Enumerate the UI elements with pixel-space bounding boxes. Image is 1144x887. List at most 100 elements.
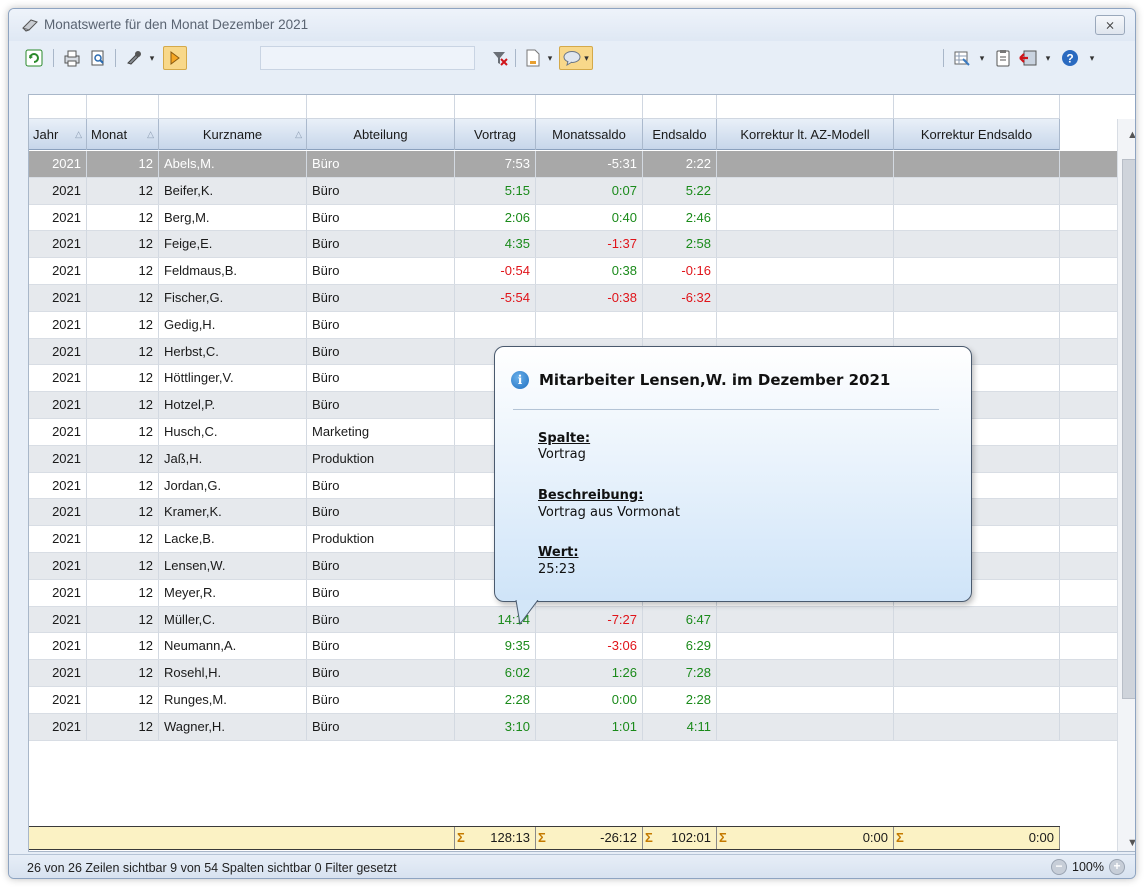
table-row[interactable]: 2021 12 Berg,M. Büro 2:06 0:40 2:46 [29,204,1117,232]
table-cell-abt: Büro [307,552,455,579]
filter-cell[interactable] [455,95,536,119]
table-cell-abt: Büro [307,151,455,177]
quick-search-field[interactable] [260,46,475,70]
table-row[interactable]: 2021 12 Runges,M. Büro 2:28 0:00 2:28 [29,686,1117,714]
table-cell-name: Kramer,K. [159,499,307,526]
sum-value: -26:12 [600,830,637,845]
table-cell-name: Lensen,W. [159,552,307,579]
table-cell-korr_az [717,311,894,338]
column-header[interactable]: Vortrag [455,119,536,150]
tools-button[interactable] [123,46,145,70]
scroll-down-icon[interactable]: ▼ [1127,837,1135,849]
export-dropdown[interactable]: ▾ [977,46,987,70]
close-button[interactable]: ⨯ [1095,15,1125,35]
filter-cell[interactable] [717,95,894,119]
table-cell-monat: 12 [87,526,159,553]
filter-cell[interactable] [29,95,87,119]
export-button[interactable] [951,46,973,70]
expand-icon [170,51,180,65]
refresh-button[interactable] [23,46,45,70]
sum-value: 0:00 [1028,830,1054,845]
column-header[interactable]: Kurzname △ [159,119,307,150]
sum-cell-korrektur_end: Σ 0:00 [894,827,1060,849]
table-cell-vortrag: 2:28 [455,686,536,713]
dropdown-icon: ▾ [979,52,985,63]
column-header[interactable]: Korrektur lt. AZ-Modell [717,119,894,150]
table-cell-endsaldo: -0:16 [643,258,717,285]
filter-cell[interactable] [643,95,717,119]
column-header-label: Monat [91,127,128,142]
table-cell-name: Feige,E. [159,231,307,258]
tooltip-beschreibung-label: Beschreibung: [538,488,644,503]
table-cell-monat: 12 [87,606,159,633]
column-header-label: Kurzname [202,127,263,142]
tools-dropdown[interactable]: ▾ [147,46,157,70]
scroll-thumb[interactable] [1122,159,1135,699]
table-row[interactable]: 2021 12 Abels,M. Büro 7:53 -5:31 2:22 [29,151,1117,178]
filter-off-button[interactable] [489,46,511,70]
title-bar: Monatswerte für den Monat Dezember 2021 … [9,9,1135,41]
column-header[interactable]: Monat △ [87,119,159,150]
sum-cell-korrektur_az: Σ 0:00 [717,827,894,849]
comment-button[interactable]: ▾ [559,46,593,70]
column-header[interactable]: Korrektur Endsaldo [894,119,1060,150]
scroll-up-icon[interactable]: ▲ [1127,129,1135,141]
page-button[interactable] [523,46,543,70]
table-row[interactable]: 2021 12 Neumann,A. Büro 9:35 -3:06 6:29 [29,633,1117,661]
table-cell-jahr: 2021 [29,392,87,419]
help-dropdown[interactable]: ▾ [1087,46,1097,70]
print-preview-button[interactable] [87,46,109,70]
table-cell-monat: 12 [87,418,159,445]
filter-cell[interactable] [894,95,1060,119]
clipboard-icon [996,50,1010,67]
table-row[interactable]: 2021 12 Beifer,K. Büro 5:15 0:07 5:22 [29,177,1117,205]
column-header[interactable]: Endsaldo [643,119,717,150]
table-cell-name: Meyer,R. [159,579,307,606]
table-row[interactable]: 2021 12 Müller,C. Büro 14:14 -7:27 6:47 [29,606,1117,634]
column-header[interactable]: Abteilung [307,119,455,150]
table-row[interactable]: 2021 12 Gedig,H. Büro [29,311,1117,339]
table-cell-abt: Büro [307,660,455,687]
table-row[interactable]: 2021 12 Rosehl,H. Büro 6:02 1:26 7:28 [29,660,1117,687]
filter-row[interactable] [29,95,1060,119]
filter-cell[interactable] [159,95,307,119]
table-row[interactable]: 2021 12 Feige,E. Büro 4:35 -1:37 2:58 [29,231,1117,259]
table-cell-name: Rosehl,H. [159,660,307,687]
vertical-scrollbar[interactable]: ▲ ▼ [1117,119,1135,851]
sum-cell-empty [307,827,455,849]
table-cell-jahr: 2021 [29,472,87,499]
table-row[interactable]: 2021 12 Fischer,G. Büro -5:54 -0:38 -6:32 [29,284,1117,312]
table-cell-abt: Büro [307,311,455,338]
table-cell-korr_az [717,686,894,713]
table-row[interactable]: 2021 12 Wagner,H. Büro 3:10 1:01 4:11 [29,713,1117,741]
table-cell-jahr: 2021 [29,686,87,713]
column-header[interactable]: Jahr △ [29,119,87,150]
filter-cell[interactable] [87,95,159,119]
filter-cell[interactable] [307,95,455,119]
table-cell-jahr: 2021 [29,177,87,204]
exit-button[interactable] [1017,46,1039,70]
page-dropdown[interactable]: ▾ [545,46,555,70]
zoom-in-button[interactable]: + [1109,859,1125,875]
table-cell-jahr: 2021 [29,151,87,177]
print-button[interactable] [61,46,83,70]
help-button[interactable]: ? [1059,46,1081,70]
filter-cell[interactable] [536,95,643,119]
column-header[interactable]: Monatssaldo [536,119,643,150]
clipboard-button[interactable] [993,46,1013,70]
table-row[interactable]: 2021 12 Feldmaus,B. Büro -0:54 0:38 -0:16 [29,258,1117,285]
print-preview-icon [91,50,104,66]
zoom-out-button[interactable]: − [1051,859,1068,875]
table-cell-korr_az [717,284,894,311]
table-cell-jahr: 2021 [29,606,87,633]
table-cell-jahr: 2021 [29,526,87,553]
table-cell-abt: Büro [307,472,455,499]
dropdown-icon: ▾ [547,52,553,63]
exit-dropdown[interactable]: ▾ [1043,46,1053,70]
sum-cell-monatssaldo: Σ -26:12 [536,827,643,849]
table-cell-jahr: 2021 [29,579,87,606]
info-tooltip: i Mitarbeiter Lensen,W. im Dezember 2021… [494,346,972,602]
table-cell-monatssaldo: 0:40 [536,204,643,231]
sum-row: Σ 128:13 Σ -26:12 Σ 102:01 Σ 0:00 Σ 0:00 [29,826,1060,850]
expand-button[interactable] [163,46,187,70]
